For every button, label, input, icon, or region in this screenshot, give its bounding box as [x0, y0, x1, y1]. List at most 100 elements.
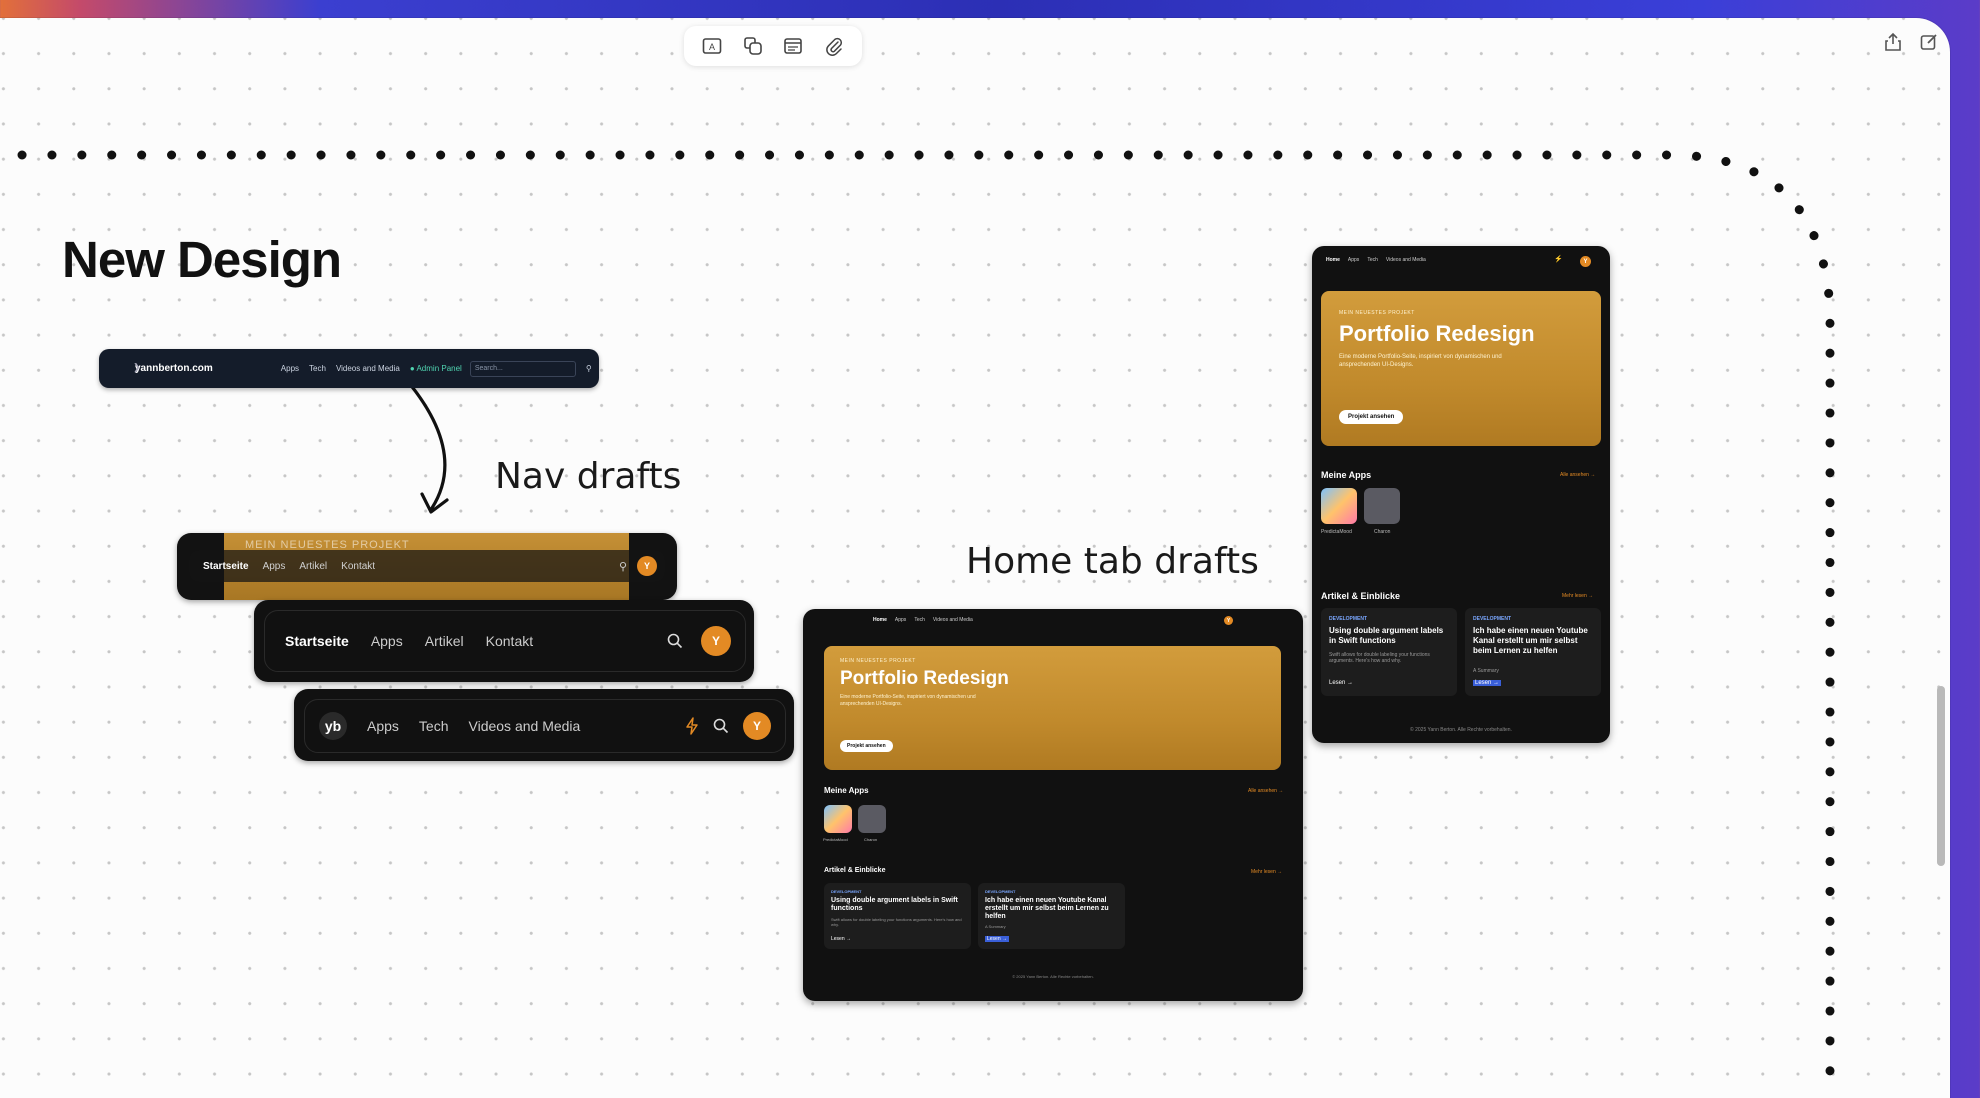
nav-item-startseite[interactable]: Startseite	[285, 633, 349, 649]
hero-card: MEIN NEUESTES PROJEKT Portfolio Redesign…	[824, 646, 1281, 770]
home-draft-desktop[interactable]: Home Apps Tech Videos and Media Y MEIN N…	[803, 609, 1303, 1001]
nav-link-tech[interactable]: Tech	[309, 364, 326, 373]
nav-draft-3: yb Apps Tech Videos and Media Y	[294, 689, 794, 761]
articles-title: Artikel & Einblicke	[824, 867, 886, 874]
nav-search-input[interactable]: Search...	[469, 360, 576, 377]
nav-brand: yannberton.com	[135, 363, 213, 374]
article-tag: DEVELOPMENT	[1329, 616, 1368, 622]
search-icon[interactable]: ⚲	[619, 560, 627, 573]
avatar[interactable]: Y	[743, 712, 771, 740]
nav-item-kontakt[interactable]: Kontakt	[486, 633, 533, 649]
app-label-charon: Charon	[864, 837, 878, 842]
lightning-icon[interactable]	[685, 717, 699, 735]
app-label-predictamood: PredictaMood	[1321, 529, 1352, 535]
app-icon-charon	[1364, 488, 1400, 524]
avatar: Y	[1224, 616, 1233, 625]
app-label-predictamood: PredictaMood	[823, 837, 848, 842]
apps-link: Alle ansehen →	[1248, 788, 1284, 794]
nav-item-tech[interactable]: Tech	[419, 718, 449, 734]
article-card: DEVELOPMENT Ich habe einen neuen Youtube…	[1465, 608, 1601, 696]
apps-link: Alle ansehen →	[1560, 472, 1596, 478]
app-label-charon: Charon	[1374, 529, 1391, 535]
note-home-drafts: Home tab drafts	[966, 541, 1259, 582]
logo-badge[interactable]: yb	[319, 712, 347, 740]
avatar[interactable]: Y	[701, 626, 731, 656]
menu-icon: ❯	[133, 362, 141, 372]
nav-draft-2: Startseite Apps Artikel Kontakt Y	[254, 600, 754, 682]
article-card: DEVELOPMENT Using double argument labels…	[1321, 608, 1457, 696]
article-desc: A Summary	[1473, 668, 1499, 674]
preview-nav-apps: Apps	[894, 617, 907, 623]
nav-item-kontakt[interactable]: Kontakt	[341, 561, 375, 572]
hero-button: Projekt ansehen	[1339, 410, 1404, 424]
article-cta: Lesen →	[1329, 680, 1354, 686]
preview-nav-videos: Videos and Media	[1385, 257, 1426, 263]
nav-link-videos[interactable]: Videos and Media	[336, 364, 400, 373]
preview-nav-tech: Tech	[914, 617, 925, 623]
article-tag: DEVELOPMENT	[985, 889, 1016, 894]
hero-card: MEIN NEUESTES PROJEKT Portfolio Redesign…	[1321, 291, 1601, 446]
search-icon: ⚲	[585, 364, 592, 373]
preview-nav-videos: Videos and Media	[932, 617, 973, 623]
nav-draft-1-bar: Startseite Apps Artikel Kontakt ⚲ Y	[189, 550, 665, 582]
articles-link: Mehr lesen →	[1251, 869, 1283, 875]
footer-text: © 2025 Yann Berton. Alle Rechte vorbehal…	[1410, 727, 1512, 733]
nav-item-startseite[interactable]: Startseite	[203, 561, 249, 572]
preview-nav-home: Home	[873, 617, 887, 623]
app-icon-predictamood	[1321, 488, 1357, 524]
hero-title: Portfolio Redesign	[1339, 321, 1535, 346]
article-card: DEVELOPMENT Ich habe einen neuen Youtube…	[978, 883, 1125, 949]
preview-nav: Home Apps Tech Videos and Media	[1326, 257, 1426, 263]
hero-kicker: MEIN NEUESTES PROJEKT	[1339, 310, 1415, 316]
article-tag: DEVELOPMENT	[1473, 616, 1512, 622]
nav-item-artikel[interactable]: Artikel	[299, 561, 327, 572]
hero-desc: Eine moderne Portfolio-Seite, inspiriert…	[1339, 354, 1502, 368]
home-draft-tablet[interactable]: Home Apps Tech Videos and Media ⚡ Y MEIN…	[1312, 246, 1610, 743]
article-desc: Swift allows for double labeling your fu…	[831, 917, 962, 927]
footer-text: © 2025 Yann Berton. Alle Rechte vorbehal…	[1012, 974, 1094, 979]
app-icon-charon	[858, 805, 886, 833]
apps-title: Meine Apps	[824, 786, 869, 795]
apps-title: Meine Apps	[1321, 470, 1372, 480]
nav-item-apps[interactable]: Apps	[371, 633, 403, 649]
article-title: Ich habe einen neuen Youtube Kanal erste…	[1473, 626, 1588, 655]
article-title: Using double argument labels in Swift fu…	[1329, 626, 1444, 645]
hero-title: Portfolio Redesign	[840, 668, 1009, 689]
article-cta: Lesen →	[1473, 680, 1502, 686]
nav-item-videos[interactable]: Videos and Media	[469, 718, 581, 734]
nav-draft-1: MEIN NEUESTES PROJEKT Startseite Apps Ar…	[177, 533, 677, 600]
nav-item-artikel[interactable]: Artikel	[425, 633, 464, 649]
nav-draft-original[interactable]: ❯ yannberton.com Apps Tech Videos and Me…	[99, 349, 599, 388]
avatar[interactable]: Y	[637, 556, 657, 576]
lightning-icon: ⚡	[1554, 256, 1563, 263]
article-title: Using double argument labels in Swift fu…	[831, 897, 958, 912]
hero-kicker: MEIN NEUESTES PROJEKT	[840, 658, 916, 664]
preview-nav-apps: Apps	[1347, 257, 1360, 263]
preview-nav-home: Home	[1326, 257, 1340, 263]
article-title: Ich habe einen neuen Youtube Kanal erste…	[985, 897, 1109, 920]
article-desc: A Summary	[985, 924, 1006, 929]
article-cta: Lesen →	[831, 936, 852, 942]
app-icon-predictamood	[824, 805, 852, 833]
note-nav-drafts: Nav drafts	[495, 456, 682, 497]
hero-desc: Eine moderne Portfolio-Seite, inspiriert…	[840, 694, 976, 707]
nav-item-apps[interactable]: Apps	[367, 718, 399, 734]
preview-nav-tech: Tech	[1367, 257, 1378, 263]
article-desc: Swift allows for double labeling your fu…	[1329, 652, 1430, 664]
articles-link: Mehr lesen →	[1562, 593, 1594, 599]
avatar: Y	[1580, 256, 1591, 267]
search-icon[interactable]	[713, 718, 729, 734]
nav-draft-2-bar: Startseite Apps Artikel Kontakt Y	[264, 610, 746, 672]
preview-nav: Home Apps Tech Videos and Media	[873, 617, 973, 623]
articles-title: Artikel & Einblicke	[1321, 591, 1401, 601]
admin-panel-link[interactable]: ● Admin Panel	[410, 364, 462, 373]
nav-draft-3-bar: yb Apps Tech Videos and Media Y	[304, 699, 786, 753]
hero-button: Projekt ansehen	[840, 740, 893, 752]
article-card: DEVELOPMENT Using double argument labels…	[824, 883, 971, 949]
search-icon[interactable]	[667, 633, 683, 649]
nav-link-apps[interactable]: Apps	[281, 364, 299, 373]
nav-item-apps[interactable]: Apps	[263, 561, 286, 572]
canvas-window: A New Design Nav drafts Home tab drafts …	[0, 18, 1950, 1098]
article-cta: Lesen →	[985, 936, 1010, 942]
page-title: New Design	[62, 231, 342, 288]
